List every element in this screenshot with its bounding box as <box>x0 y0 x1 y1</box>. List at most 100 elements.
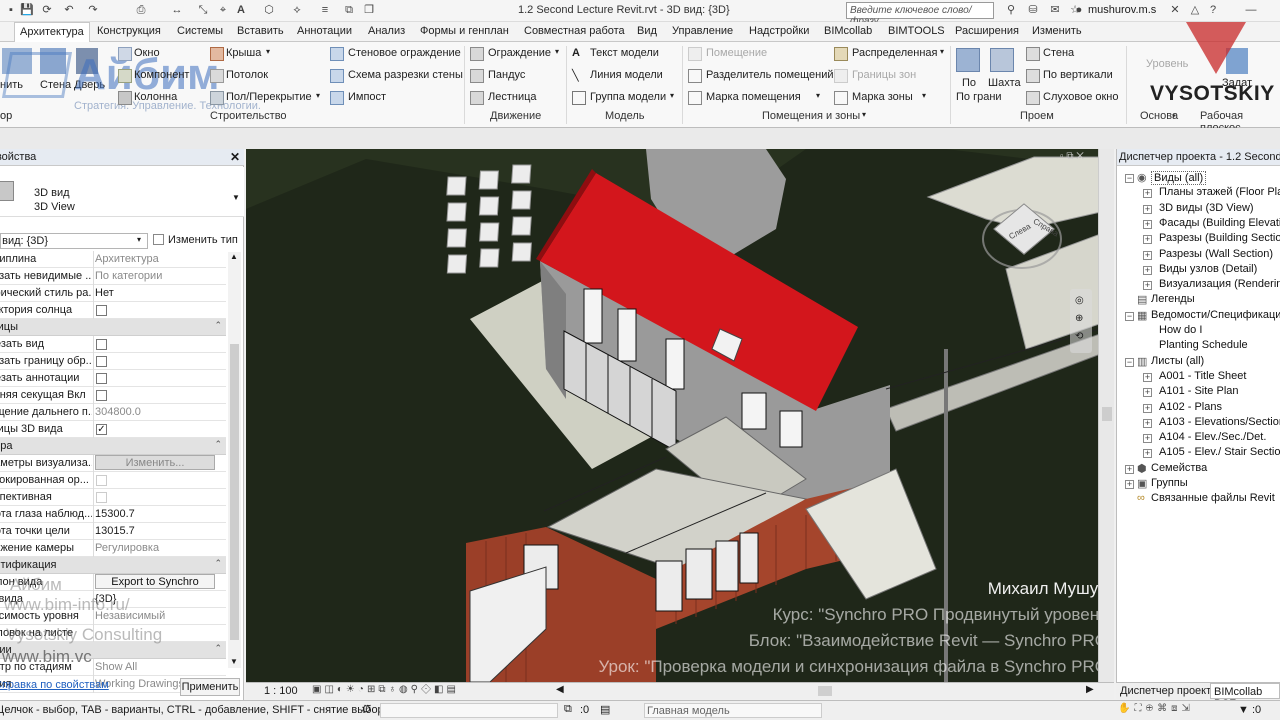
browser-tree-item[interactable]: Легенды <box>1151 293 1195 305</box>
help-icon[interactable]: ? <box>1206 3 1220 17</box>
model-line-button[interactable]: Линия модели <box>590 69 663 81</box>
property-row[interactable]: Перспективная <box>0 489 226 506</box>
expand-icon[interactable]: + <box>1143 449 1152 459</box>
roof-button[interactable]: Крыша <box>226 47 261 59</box>
undo-icon[interactable]: ↶ <box>62 3 76 17</box>
tab-modify[interactable]: Изменить <box>1032 25 1082 37</box>
expand-icon[interactable]: + <box>1125 464 1134 474</box>
property-checkbox[interactable] <box>96 356 107 367</box>
expand-icon[interactable]: + <box>1143 281 1152 291</box>
collapse-icon[interactable]: ⌃ <box>214 439 222 450</box>
property-value[interactable]: 304800.0 <box>95 406 225 418</box>
browser-tree-item[interactable]: Виды узлов (Detail) <box>1159 263 1257 275</box>
3d-viewport[interactable]: Слева Справа ▫ ⧉ ✕ ◎ ⊕ ⟲ Михаил Мушуров … <box>246 149 1114 682</box>
property-row[interactable]: Высота точки цели 13015.7 <box>0 523 226 540</box>
viewport-vertical-scrollbar[interactable] <box>1098 149 1114 682</box>
window-button[interactable]: Окно <box>134 47 160 59</box>
room-tag-dropdown-icon[interactable]: ▾ <box>816 91 820 100</box>
workset-select[interactable] <box>380 703 558 718</box>
property-group[interactable]: Границы ⌃ <box>0 319 226 336</box>
scroll-left-icon[interactable]: ◀ <box>556 684 564 695</box>
worksets-icon[interactable]: ⛭ <box>362 703 371 716</box>
property-checkbox[interactable] <box>96 390 107 401</box>
browser-tree-item[interactable]: Planting Schedule <box>1159 339 1248 351</box>
scroll-right-icon[interactable]: ▶ <box>1086 684 1094 695</box>
measure-icon[interactable]: ↔ <box>170 3 184 17</box>
zoom-icon[interactable]: ⊕ <box>1075 313 1083 324</box>
select-label[interactable]: ор <box>0 110 12 122</box>
save-icon[interactable]: 💾 <box>20 3 34 17</box>
floor-button[interactable]: Пол/Перекрытие <box>226 91 312 103</box>
property-row[interactable]: Дальняя секущая Вкл <box>0 387 226 404</box>
browser-tree-item[interactable]: Семейства <box>1151 462 1207 474</box>
navigation-bar[interactable]: ◎ ⊕ ⟲ <box>1070 289 1092 353</box>
property-row[interactable]: Графический стиль ра...Нет <box>0 285 226 302</box>
property-group[interactable]: Идентификация ⌃ <box>0 557 226 574</box>
shaft-icon[interactable] <box>990 48 1014 72</box>
property-value[interactable]: 13015.7 <box>95 525 225 537</box>
room-group-dropdown-icon[interactable]: ▾ <box>862 110 866 119</box>
property-row[interactable]: Смещение дальнего п...304800.0 <box>0 404 226 421</box>
browser-tree-item[interactable]: Фасады (Building Elevation) <box>1159 217 1280 229</box>
properties-scrollbar[interactable]: ▲ ▼ <box>228 252 241 668</box>
property-button[interactable]: Export to Synchro <box>95 574 215 589</box>
property-checkbox[interactable] <box>96 492 107 503</box>
property-row[interactable]: Дисциплина Архитектура <box>0 251 226 268</box>
stair-button[interactable]: Лестница <box>488 91 537 103</box>
section-icon[interactable]: ⟡ <box>290 3 304 17</box>
browser-tree-item[interactable]: Планы этажей (Floor Plans) <box>1159 186 1280 198</box>
curtain-system-button[interactable]: Стеновое ограждение <box>348 47 461 59</box>
tab-structure[interactable]: Конструкция <box>97 25 161 37</box>
property-row[interactable]: Параметры визуализа...Изменить... <box>0 455 226 472</box>
railing-button[interactable]: Ограждение <box>488 47 551 59</box>
horizontal-scroll-thumb[interactable] <box>818 686 832 696</box>
expand-icon[interactable]: + <box>1143 372 1152 382</box>
autodesk-icon[interactable]: △ <box>1188 3 1202 17</box>
expand-icon[interactable]: + <box>1143 418 1152 428</box>
tab-project-browser[interactable]: Диспетчер проект... <box>1120 685 1219 697</box>
by-face-button[interactable]: По <box>962 77 976 89</box>
scroll-down-icon[interactable]: ▼ <box>230 657 238 666</box>
text-icon[interactable]: A <box>234 3 248 17</box>
property-checkbox[interactable] <box>96 305 107 316</box>
component-button[interactable]: Компонент <box>134 69 189 81</box>
property-row[interactable]: Траектория солнца <box>0 302 226 319</box>
design-options-icon[interactable]: ⧉ <box>564 703 572 716</box>
scroll-thumb[interactable] <box>230 344 239 640</box>
level-button[interactable]: Уровень <box>1146 58 1188 70</box>
ceiling-button[interactable]: Потолок <box>226 69 268 81</box>
close-hidden-icon[interactable]: ⧉ <box>342 3 356 17</box>
browser-tree-item[interactable]: A001 - Title Sheet <box>1159 370 1246 382</box>
railing-dropdown-icon[interactable]: ▾ <box>555 47 559 56</box>
print-icon[interactable]: ⎙ <box>134 3 148 17</box>
browser-tree-item[interactable]: A105 - Elev./ Stair Sections <box>1159 446 1280 458</box>
by-face-button-label[interactable]: По грани <box>956 91 1002 103</box>
browser-tree-item[interactable]: Визуализация (Rendering) <box>1159 278 1280 290</box>
tab-massing-site[interactable]: Формы и генплан <box>420 25 509 37</box>
tab-annotate[interactable]: Аннотации <box>297 25 352 37</box>
by-face-icon[interactable] <box>956 48 980 72</box>
property-row[interactable]: Положение камеры Регулировка <box>0 540 226 557</box>
apply-button[interactable]: Применить <box>180 678 240 696</box>
tab-architecture[interactable]: Архитектура <box>14 22 90 43</box>
mullion-button[interactable]: Импост <box>348 91 386 103</box>
collapse-icon[interactable]: − <box>1125 357 1134 367</box>
area-dropdown-icon[interactable]: ▾ <box>940 47 944 56</box>
property-checkbox[interactable] <box>96 339 107 350</box>
property-checkbox[interactable] <box>96 373 107 384</box>
browser-tree-item[interactable]: Разрезы (Building Section) <box>1159 232 1280 244</box>
tab-addins[interactable]: Надстройки <box>749 25 809 37</box>
property-value[interactable]: Архитектура <box>95 253 225 265</box>
expand-icon[interactable]: + <box>1143 434 1152 444</box>
roof-dropdown-icon[interactable]: ▾ <box>266 47 270 56</box>
user-name[interactable]: mushurov.m.s <box>1088 4 1156 16</box>
steering-wheel-icon[interactable]: ◎ <box>1075 295 1084 306</box>
switch-windows-icon[interactable]: ❐ <box>362 3 376 17</box>
tab-collaborate[interactable]: Совместная работа <box>524 25 625 37</box>
tab-view[interactable]: Вид <box>637 25 657 37</box>
expand-icon[interactable]: + <box>1125 480 1134 489</box>
column-button[interactable]: Колонна <box>134 91 177 103</box>
browser-tree-item[interactable]: 3D виды (3D View) <box>1159 202 1254 214</box>
vertical-opening-button[interactable]: По вертикали <box>1043 69 1113 81</box>
selection-filter-icons[interactable]: ✋⛶⊕⌘⧈⇲ <box>1118 703 1194 714</box>
